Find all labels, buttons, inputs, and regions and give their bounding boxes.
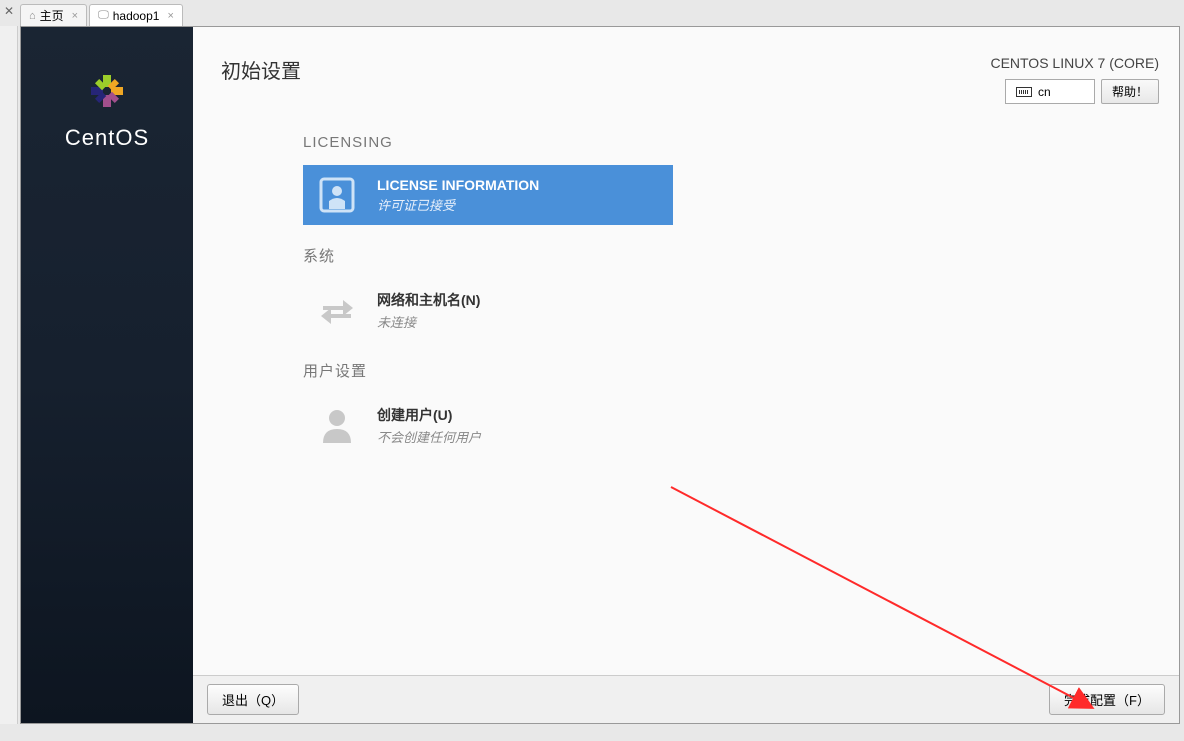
footer: 退出（Q） 完成配置（F） — [193, 675, 1179, 723]
section-system-label: 系统 — [303, 245, 1179, 266]
section-user-label: 用户设置 — [303, 360, 1179, 381]
sidebar-handle[interactable] — [0, 26, 18, 724]
spoke-status: 许可证已接受 — [377, 195, 539, 214]
help-button[interactable]: 帮助！ — [1101, 79, 1159, 104]
section-licensing-label: LICENSING — [303, 134, 1179, 151]
network-icon — [315, 288, 359, 332]
keyboard-icon — [1016, 87, 1032, 97]
spoke-user[interactable]: 创建用户(U) 不会创建任何用户 — [303, 395, 673, 455]
page-title: 初始设置 — [221, 55, 301, 84]
close-icon[interactable]: ✕ — [4, 4, 14, 18]
user-icon — [315, 403, 359, 447]
license-icon — [315, 173, 359, 217]
vm-icon: 🖵 — [98, 9, 109, 22]
spoke-license[interactable]: LICENSE INFORMATION 许可证已接受 — [303, 165, 673, 225]
spoke-status: 未连接 — [377, 312, 480, 331]
status-bar — [0, 724, 1184, 741]
spoke-title: 网络和主机名(N) — [377, 290, 480, 310]
spoke-title: 创建用户(U) — [377, 405, 481, 425]
keyboard-indicator[interactable]: cn — [1005, 79, 1095, 104]
finish-button[interactable]: 完成配置（F） — [1049, 684, 1165, 715]
home-icon: ⌂ — [29, 10, 36, 22]
spoke-status: 不会创建任何用户 — [377, 427, 481, 446]
tab-home[interactable]: ⌂ 主页 × — [20, 4, 87, 26]
tab-hadoop1[interactable]: 🖵 hadoop1 × — [89, 4, 183, 26]
left-panel: CentOS — [21, 27, 193, 723]
main-window: CentOS 初始设置 CENTOS LINUX 7 (CORE) cn 帮助！ — [20, 26, 1180, 724]
spoke-title: LICENSE INFORMATION — [377, 177, 539, 193]
spoke-network[interactable]: 网络和主机名(N) 未连接 — [303, 280, 673, 340]
quit-button[interactable]: 退出（Q） — [207, 684, 299, 715]
tab-close-icon[interactable]: × — [72, 10, 78, 22]
centos-logo-icon — [83, 67, 131, 115]
content-area: 初始设置 CENTOS LINUX 7 (CORE) cn 帮助！ LICENS… — [193, 27, 1179, 723]
tab-close-icon[interactable]: × — [167, 10, 173, 22]
distro-label: CENTOS LINUX 7 (CORE) — [990, 55, 1159, 71]
tab-label: 主页 — [40, 7, 64, 24]
brand-text: CentOS — [65, 125, 149, 151]
tab-label: hadoop1 — [113, 9, 160, 23]
tab-bar: ⌂ 主页 × 🖵 hadoop1 × — [20, 4, 183, 26]
keyboard-layout: cn — [1038, 85, 1051, 99]
